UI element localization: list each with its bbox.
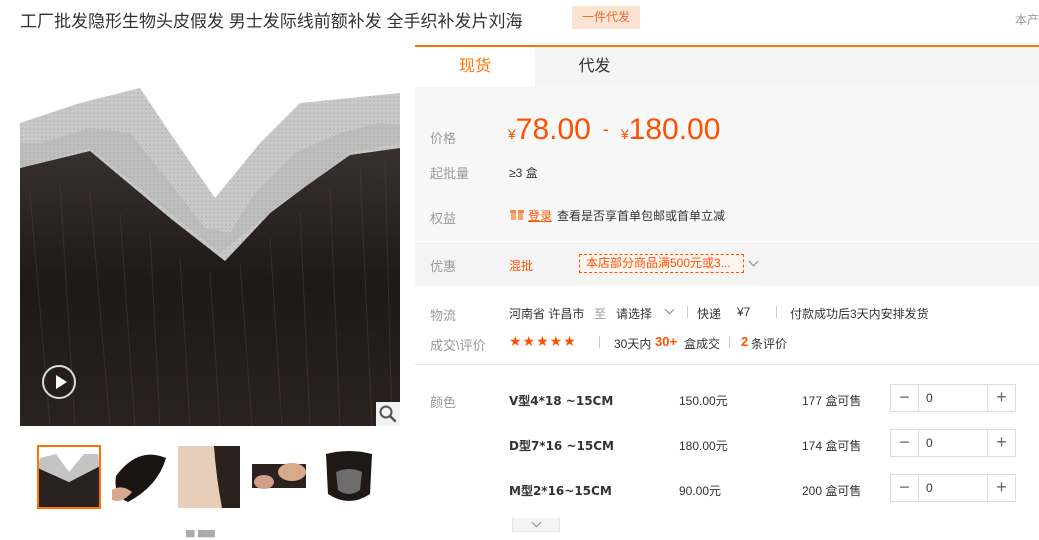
variant-name: M型2*16~15CM	[509, 484, 612, 498]
variant-row: M型2*16~15CM 90.00元 200 盒可售 − +	[0, 473, 1039, 505]
star-rating: ★★★★★	[509, 333, 577, 349]
tab-dropship[interactable]: 代发	[535, 47, 654, 87]
decrement-button[interactable]: −	[891, 385, 919, 411]
variant-price: 180.00元	[679, 439, 728, 453]
divider	[687, 306, 688, 318]
quantity-input[interactable]	[919, 385, 987, 411]
variant-price: 90.00元	[679, 484, 722, 498]
dropship-badge[interactable]: 一件代发	[572, 6, 640, 29]
review-unit[interactable]: 条评价	[751, 335, 787, 352]
sales-unit: 盒成交	[684, 337, 721, 351]
variant-stock: 174 盒可售	[802, 439, 862, 453]
price-range: ¥78.00- ¥180.00	[508, 113, 720, 147]
currency-symbol-2: ¥	[620, 126, 629, 142]
chevron-down-icon	[531, 517, 542, 528]
promo-tag[interactable]: 本店部分商品满500元或3...	[579, 254, 744, 273]
variant-stock: 200 盒可售	[802, 484, 862, 498]
section-divider	[415, 364, 1039, 365]
destination-chevron-icon[interactable]	[664, 304, 675, 315]
to-text: 至	[594, 307, 607, 321]
login-link[interactable]: 登录	[528, 207, 552, 224]
shipping-method: 快递	[697, 307, 722, 321]
shipping-fee: ¥7	[737, 305, 751, 319]
quantity-input[interactable]	[919, 475, 987, 501]
variant-row: V型4*18 ~15CM 150.00元 177 盒可售 − +	[0, 383, 1039, 415]
variant-name: V型4*18 ~15CM	[509, 394, 614, 408]
destination-select[interactable]: 请选择	[616, 305, 652, 322]
price-max: 180.00	[628, 113, 721, 146]
price-separator: -	[602, 119, 609, 139]
divider	[729, 336, 730, 348]
quantity-stepper: − +	[890, 474, 1016, 502]
sales-count: 30+	[655, 334, 678, 349]
decrement-button[interactable]: −	[891, 475, 919, 501]
shipping-note: 付款成功后3天内安排发货	[790, 307, 929, 321]
corner-link[interactable]: 本产	[1015, 11, 1039, 28]
purchase-tabs: 现货 代发	[415, 45, 1039, 87]
gift-icon	[510, 210, 524, 220]
quantity-input[interactable]	[919, 430, 987, 456]
origin-location: 河南省 许昌市	[509, 307, 585, 321]
variant-name: D型7*16 ~15CM	[509, 439, 614, 453]
product-title: 工厂批发隐形生物头皮假发 男士发际线前额补发 全手织补发片刘海	[20, 12, 523, 31]
rights-text: 查看是否享首单包邮或首单立减	[557, 209, 726, 223]
variant-row: D型7*16 ~15CM 180.00元 174 盒可售 − +	[0, 428, 1039, 460]
logistics-label: 物流	[430, 308, 457, 323]
increment-button[interactable]: +	[987, 475, 1015, 501]
decrement-button[interactable]: −	[891, 430, 919, 456]
sales-period: 30天内	[614, 337, 652, 351]
divider	[599, 336, 600, 348]
price-min: 78.00	[515, 113, 591, 146]
increment-button[interactable]: +	[987, 385, 1015, 411]
rights-label: 权益	[430, 211, 457, 226]
increment-button[interactable]: +	[987, 430, 1015, 456]
tab-in-stock[interactable]: 现货	[415, 47, 535, 87]
currency-symbol: ¥	[508, 126, 516, 142]
moq-label: 起批量	[430, 166, 470, 181]
variant-stock: 177 盒可售	[802, 394, 862, 408]
review-count[interactable]: 2	[741, 334, 748, 349]
main-product-image[interactable]	[20, 43, 400, 426]
expand-variants-button[interactable]	[512, 517, 560, 532]
quantity-stepper: − +	[890, 429, 1016, 457]
hairpiece-image	[20, 43, 400, 426]
gallery-more-indicator: ▀ ▀▀	[186, 530, 215, 540]
promo-type: 混批	[509, 259, 534, 273]
divider	[776, 306, 777, 318]
reviews-label: 成交\评价	[430, 338, 486, 353]
promo-label: 优惠	[430, 259, 457, 274]
quantity-stepper: − +	[890, 384, 1016, 412]
price-label: 价格	[430, 131, 457, 146]
moq-value: ≥3 盒	[509, 166, 538, 180]
variant-price: 150.00元	[679, 394, 728, 408]
